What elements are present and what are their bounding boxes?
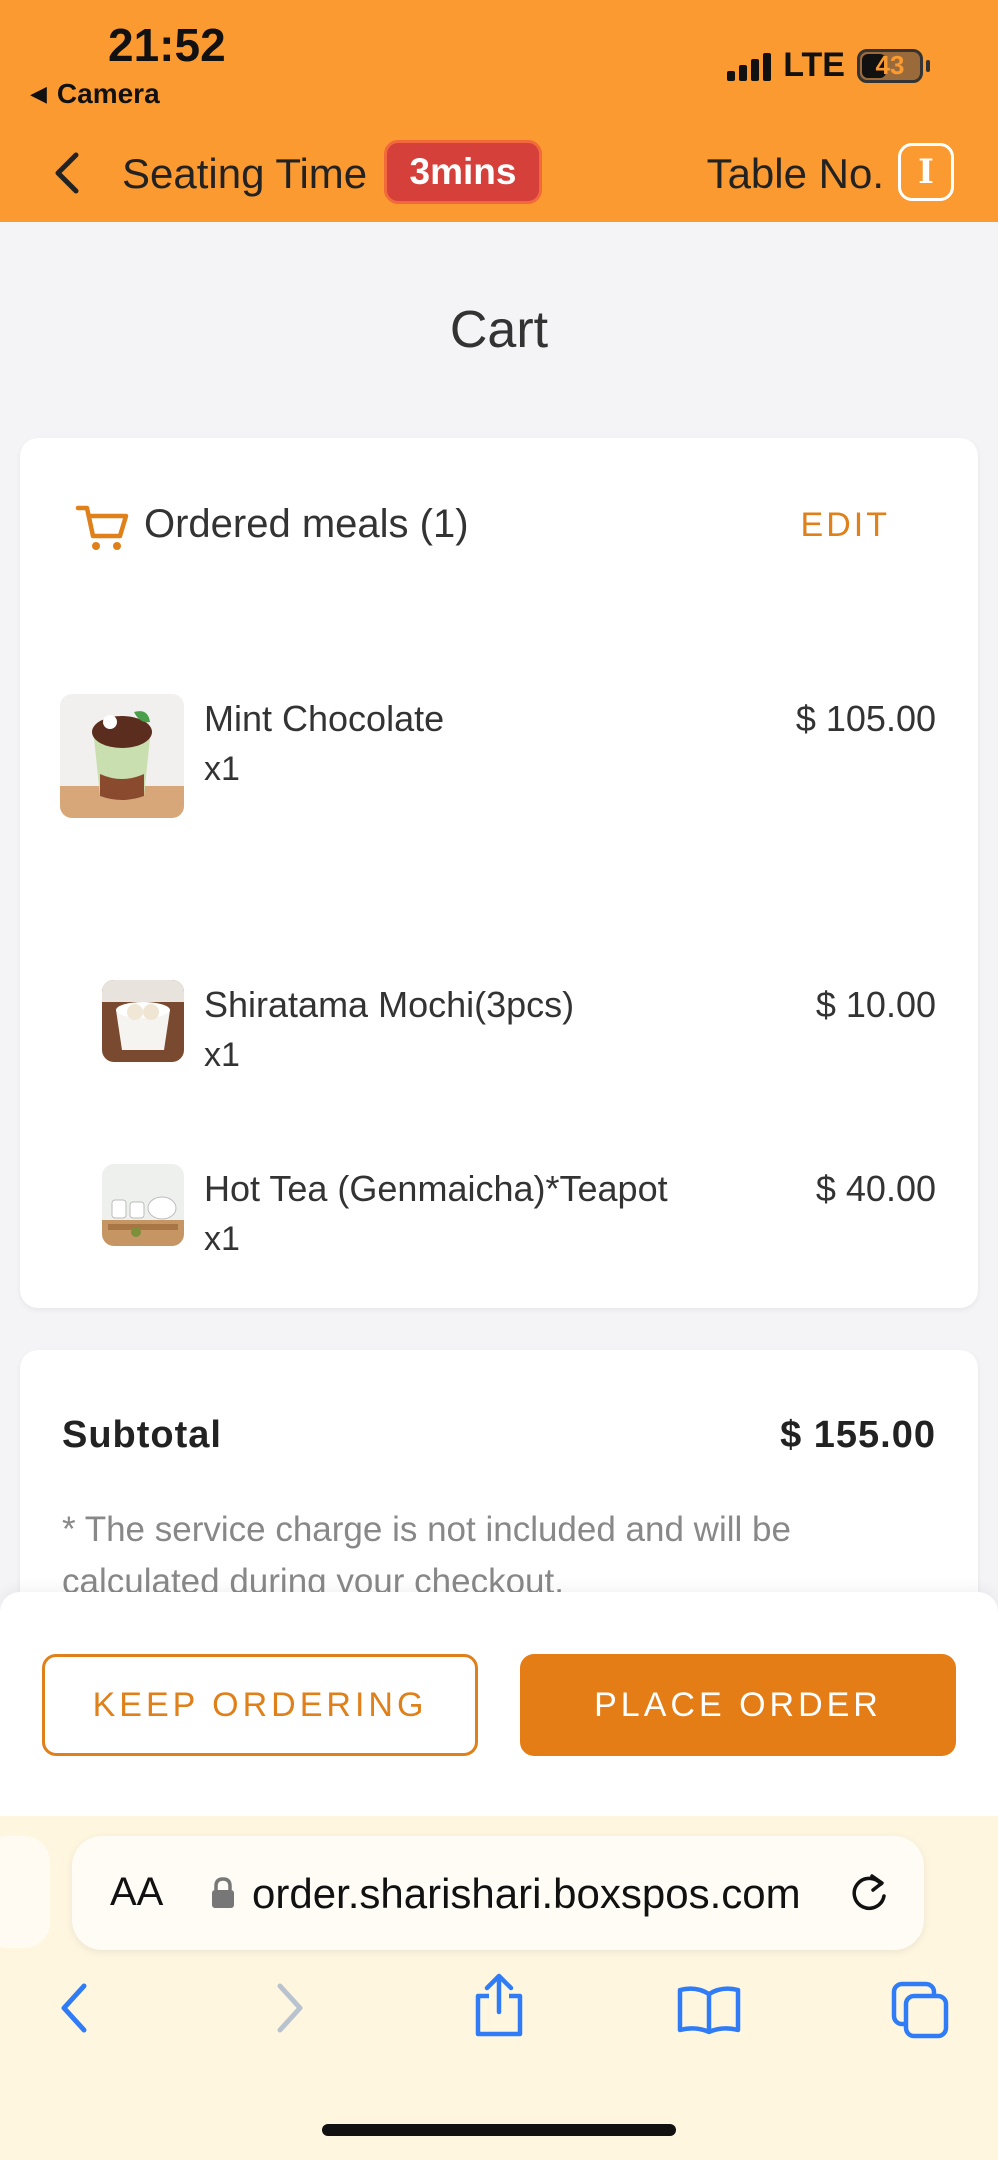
- back-app-label: Camera: [56, 78, 160, 109]
- ordered-meals-heading: Ordered meals (1): [144, 502, 469, 546]
- network-type: LTE: [783, 46, 845, 84]
- table-number-label: Table No.: [706, 150, 884, 197]
- checkout-action-bar: KEEP ORDERING PLACE ORDER: [0, 1592, 998, 1816]
- item-quantity: x1: [204, 1220, 240, 1258]
- keep-ordering-button[interactable]: KEEP ORDERING: [42, 1654, 478, 1756]
- back-button[interactable]: [46, 148, 86, 198]
- browser-back-icon[interactable]: [56, 1980, 92, 2036]
- item-price: $ 10.00: [815, 984, 936, 1025]
- back-to-app-link[interactable]: ◀ Camera: [30, 78, 160, 110]
- status-time: 21:52: [108, 19, 226, 71]
- ordered-meals-card: Ordered meals (1) EDIT Mint Chocolate x1…: [20, 438, 978, 1308]
- item-price: $ 105.00: [795, 698, 936, 739]
- edit-button[interactable]: EDIT: [801, 506, 890, 545]
- reload-icon[interactable]: [848, 1870, 890, 1914]
- item-quantity: x1: [204, 750, 240, 788]
- subtotal-value: $ 155.00: [780, 1414, 936, 1456]
- place-order-button[interactable]: PLACE ORDER: [520, 1654, 956, 1756]
- mint-chocolate-thumbnail: [60, 694, 184, 818]
- seating-time-label: Seating Time: [122, 150, 368, 197]
- battery-level: 43: [875, 50, 905, 80]
- lock-icon: [212, 1877, 234, 1908]
- cart-icon: [75, 505, 129, 550]
- share-icon[interactable]: [470, 1972, 528, 2038]
- url-text[interactable]: order.sharishari.boxspos.com: [252, 1870, 872, 1918]
- bookmarks-icon[interactable]: [676, 1984, 742, 2036]
- seating-time-badge: 3mins: [384, 140, 542, 204]
- shiratama-mochi-thumbnail: [102, 980, 184, 1062]
- cell-signal-icon: [727, 51, 772, 81]
- item-name: Shiratama Mochi(3pcs): [204, 984, 575, 1025]
- status-indicators: LTE 43: [727, 46, 930, 85]
- address-bar[interactable]: AA order.sharishari.boxspos.com: [72, 1836, 924, 1950]
- back-triangle-icon: ◀: [30, 81, 47, 106]
- hot-tea-thumbnail: [102, 1164, 184, 1246]
- browser-toolbar: AA order.sharishari.boxspos.com: [0, 1816, 998, 2160]
- chevron-left-icon: [55, 152, 79, 194]
- item-name: Mint Chocolate: [204, 698, 445, 739]
- tabs-icon[interactable]: [890, 1980, 950, 2040]
- item-quantity: x1: [204, 1036, 240, 1074]
- previous-tab-preview[interactable]: [0, 1836, 50, 1948]
- table-number-badge: I: [898, 143, 954, 201]
- item-name: Hot Tea (Genmaicha)*Teapot: [204, 1168, 668, 1209]
- browser-forward-icon[interactable]: [272, 1980, 308, 2036]
- reader-settings-button[interactable]: AA: [110, 1870, 163, 1915]
- page-title: Cart: [449, 301, 549, 359]
- home-indicator[interactable]: [322, 2124, 676, 2136]
- subtotal-label: Subtotal: [62, 1414, 222, 1456]
- battery-icon: 43: [857, 48, 923, 83]
- app-header: 21:52 ◀ Camera LTE 43 Seating Time 3mins…: [0, 0, 998, 222]
- item-price: $ 40.00: [815, 1168, 936, 1209]
